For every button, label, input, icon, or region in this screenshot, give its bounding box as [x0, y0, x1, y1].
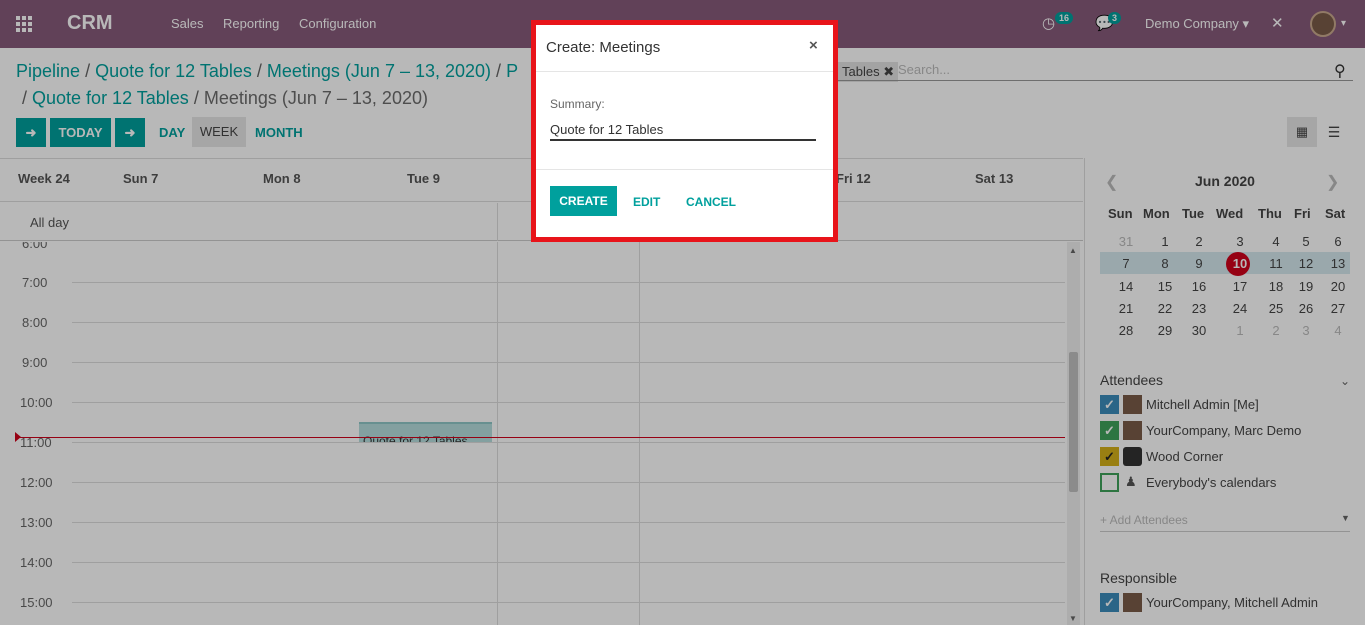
- close-icon[interactable]: ×: [809, 37, 818, 54]
- create-button[interactable]: CREATE: [550, 186, 617, 216]
- edit-button[interactable]: EDIT: [633, 195, 660, 209]
- summary-label: Summary:: [550, 97, 605, 111]
- cancel-button[interactable]: CANCEL: [686, 195, 736, 209]
- dialog-header-divider: [536, 71, 833, 72]
- summary-input[interactable]: [550, 120, 816, 141]
- dialog-footer-divider: [536, 169, 833, 170]
- dialog-title: Create: Meetings: [546, 39, 661, 56]
